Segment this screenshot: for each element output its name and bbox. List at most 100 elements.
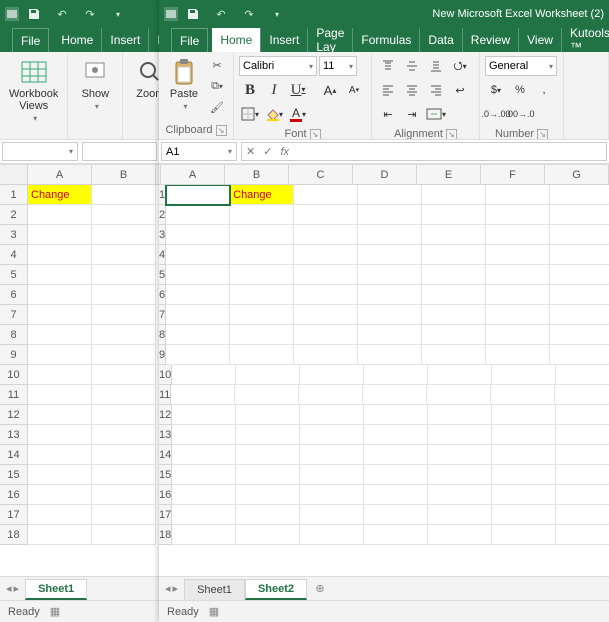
cell[interactable] [28, 205, 92, 225]
col-header[interactable]: C [289, 165, 353, 184]
cell[interactable] [300, 405, 364, 425]
col-header[interactable]: E [417, 165, 481, 184]
cell[interactable] [92, 325, 156, 345]
copy-icon[interactable]: ⧉▾ [206, 77, 228, 95]
col-header[interactable]: D [353, 165, 417, 184]
cell[interactable] [556, 445, 609, 465]
row-header[interactable]: 8 [0, 325, 28, 345]
cell[interactable] [556, 425, 609, 445]
cell[interactable] [300, 425, 364, 445]
cell[interactable] [172, 465, 236, 485]
row-header[interactable]: 15 [0, 465, 28, 485]
cell[interactable] [364, 405, 428, 425]
cell[interactable] [550, 245, 609, 265]
cell[interactable] [28, 365, 92, 385]
paste-button[interactable]: Paste [164, 56, 204, 114]
cell[interactable] [92, 285, 156, 305]
cell[interactable] [294, 305, 358, 325]
cell[interactable] [28, 465, 92, 485]
cell[interactable] [486, 225, 550, 245]
cell[interactable]: Change [230, 185, 294, 205]
cell[interactable] [422, 225, 486, 245]
shrink-font-icon[interactable]: A▾ [343, 80, 365, 100]
cell[interactable] [358, 285, 422, 305]
cell[interactable] [422, 265, 486, 285]
row-header[interactable]: 3 [0, 225, 28, 245]
cell[interactable] [300, 445, 364, 465]
decrease-decimal-icon[interactable]: .00→.0 [509, 104, 531, 124]
cell[interactable] [294, 185, 358, 205]
align-left-icon[interactable] [377, 80, 399, 100]
row-header[interactable]: 9 [159, 345, 166, 365]
cell[interactable] [556, 465, 609, 485]
cell[interactable] [300, 365, 364, 385]
grow-font-icon[interactable]: A▴ [319, 80, 341, 100]
row-header[interactable]: 16 [159, 485, 172, 505]
cell[interactable] [92, 225, 156, 245]
tab-data[interactable]: Data [420, 28, 461, 52]
cell[interactable] [92, 365, 156, 385]
cell[interactable] [236, 445, 300, 465]
cell[interactable] [358, 245, 422, 265]
row-header[interactable]: 14 [0, 445, 28, 465]
cell[interactable] [486, 285, 550, 305]
dialog-launcher-icon[interactable]: ↘ [537, 129, 548, 140]
row-header[interactable]: 14 [159, 445, 172, 465]
fx-icon[interactable]: fx [280, 146, 289, 158]
cell[interactable] [428, 405, 492, 425]
align-right-icon[interactable] [425, 80, 447, 100]
cell[interactable] [422, 185, 486, 205]
row-header[interactable]: 5 [159, 265, 166, 285]
workbook-views-button[interactable]: Workbook Views [5, 56, 62, 126]
cell[interactable]: Change [28, 185, 92, 205]
dialog-launcher-icon[interactable]: ↘ [216, 125, 227, 136]
cell[interactable] [172, 525, 236, 545]
cell[interactable] [486, 245, 550, 265]
tab-insert[interactable]: Insert [102, 28, 148, 52]
dialog-launcher-icon[interactable]: ↘ [310, 129, 321, 140]
sheet-tab-sheet1[interactable]: Sheet1 [184, 579, 245, 600]
cell[interactable] [556, 365, 609, 385]
cell[interactable] [492, 525, 556, 545]
sheet-tab-sheet2[interactable]: Sheet2 [245, 579, 307, 600]
sheet-nav-prev-icon[interactable]: ◂ [165, 582, 171, 595]
cell[interactable] [166, 245, 230, 265]
row-header[interactable]: 17 [0, 505, 28, 525]
cell[interactable] [422, 305, 486, 325]
merge-center-icon[interactable]: ▾ [425, 104, 447, 124]
tab-view[interactable]: View [519, 28, 561, 52]
cell[interactable] [550, 325, 609, 345]
cell[interactable] [92, 385, 156, 405]
cell[interactable] [236, 525, 300, 545]
cell[interactable] [166, 205, 230, 225]
cell[interactable] [486, 185, 550, 205]
cell[interactable] [236, 425, 300, 445]
show-button[interactable]: Show [73, 56, 117, 114]
row-header[interactable]: 11 [0, 385, 28, 405]
font-name-combo[interactable]: Calibri [239, 56, 317, 76]
cell[interactable] [486, 325, 550, 345]
cell[interactable] [166, 265, 230, 285]
cell[interactable] [486, 305, 550, 325]
name-box[interactable]: ▾ [2, 142, 78, 161]
wrap-text-icon[interactable]: ↩ [449, 80, 471, 100]
cell[interactable] [92, 245, 156, 265]
row-header[interactable]: 8 [159, 325, 166, 345]
cell[interactable] [556, 525, 609, 545]
cell[interactable] [171, 385, 235, 405]
cell[interactable] [556, 405, 609, 425]
dialog-launcher-icon[interactable]: ↘ [446, 129, 457, 140]
row-header[interactable]: 16 [0, 485, 28, 505]
cell[interactable] [492, 445, 556, 465]
row-header[interactable]: 18 [0, 525, 28, 545]
cell[interactable] [92, 205, 156, 225]
cell[interactable] [294, 325, 358, 345]
row-header[interactable]: 1 [0, 185, 28, 205]
cell[interactable] [422, 345, 486, 365]
cell[interactable] [358, 325, 422, 345]
row-header[interactable]: 13 [0, 425, 28, 445]
cell[interactable] [550, 305, 609, 325]
cell[interactable] [172, 505, 236, 525]
col-header[interactable]: F [481, 165, 545, 184]
cell[interactable] [235, 385, 299, 405]
